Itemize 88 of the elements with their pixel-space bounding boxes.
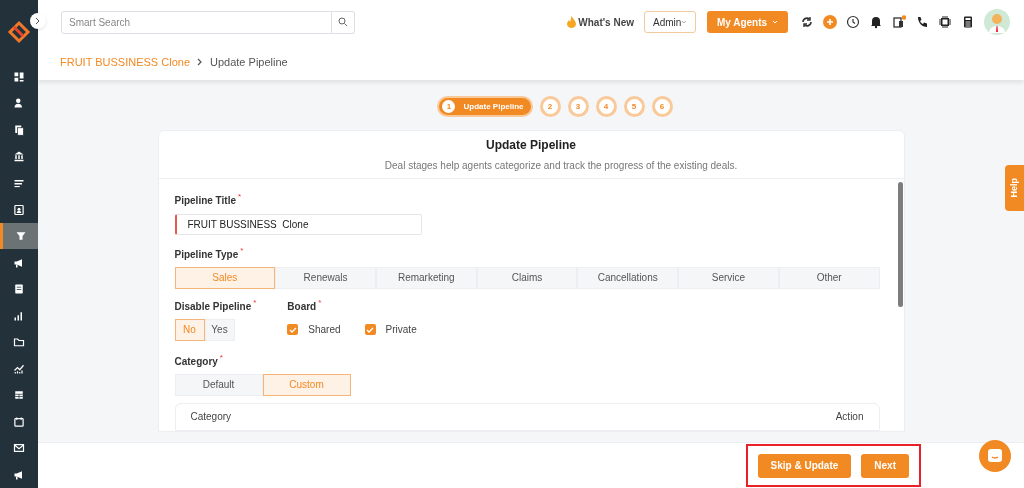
document-icon (13, 283, 25, 296)
user-icon (13, 97, 25, 110)
chip-button[interactable] (938, 15, 952, 29)
segment-option[interactable]: Renewals (275, 266, 376, 289)
contact-card-icon (13, 203, 25, 216)
calculator-icon (961, 15, 975, 29)
phone-icon (915, 15, 929, 29)
pipeline-title-input[interactable]: FRUIT BUSSINESS Clone (174, 214, 422, 235)
field-label: Pipeline Title (174, 194, 236, 208)
field-label: Board (287, 299, 317, 314)
bank-icon (13, 150, 25, 163)
copy-icon (13, 123, 25, 136)
search-button[interactable] (332, 10, 355, 34)
lines-icon (13, 177, 25, 189)
required-mark: * (240, 246, 244, 255)
search-icon (338, 17, 348, 27)
field-label: Pipeline Type (174, 247, 239, 262)
checkmark-icon (288, 326, 297, 333)
person-silhouette-icon (987, 11, 1007, 33)
sidebar-item[interactable] (0, 222, 38, 250)
segment-option[interactable]: Remarketing (375, 266, 477, 289)
my-agents-button[interactable]: My Agents (707, 11, 788, 33)
segment-option[interactable]: Claims (476, 266, 578, 289)
devices-button[interactable] (892, 15, 906, 29)
segment-option[interactable]: Cancellations (577, 266, 679, 289)
required-mark: * (219, 353, 223, 362)
segment-option[interactable]: Other (778, 266, 880, 289)
calculator-button[interactable] (961, 15, 975, 29)
sidebar-toggle-button[interactable] (30, 13, 46, 29)
clock-icon (846, 15, 860, 29)
segment-option[interactable]: Yes (204, 318, 235, 341)
flame-icon (567, 16, 577, 28)
chevron-right-icon (197, 58, 203, 66)
chevron-down-icon (681, 20, 687, 24)
calendar-icon (13, 415, 25, 428)
segment-option[interactable]: No (174, 318, 205, 341)
card-subtitle: Deal stages help agents categorize and track the progress of the existing deals. (384, 159, 738, 173)
required-mark: * (253, 298, 257, 307)
step-pill[interactable]: 1 Update Pipeline (437, 96, 533, 117)
checkbox[interactable] (364, 324, 376, 336)
footer-button[interactable]: Next (861, 453, 909, 478)
checkbox[interactable] (287, 324, 299, 336)
whats-new-link[interactable]: What's New (567, 14, 634, 30)
chip-icon (938, 15, 952, 29)
help-tab[interactable]: Help (1005, 165, 1024, 211)
step-label: Update Pipeline (463, 100, 524, 113)
megaphone-icon (13, 468, 25, 481)
required-mark: * (238, 193, 242, 201)
folder-icon (13, 336, 25, 349)
segment-option[interactable]: Service (678, 266, 779, 289)
bell-button[interactable] (869, 15, 883, 29)
logo-icon (6, 18, 32, 45)
megaphone-icon (13, 256, 25, 269)
checkbox-label: Shared (308, 323, 341, 338)
footer-button[interactable]: Skip & Update (757, 453, 852, 478)
refresh-button[interactable] (800, 15, 814, 29)
bell-icon (869, 15, 883, 29)
checkmark-icon (366, 326, 375, 333)
segment-option[interactable]: Default (174, 373, 263, 396)
breadcrumb-current: Update Pipeline (210, 54, 288, 70)
bar-chart-icon (13, 309, 25, 322)
mail-icon (13, 442, 25, 455)
line-chart-icon (13, 362, 25, 375)
segment-option[interactable]: Sales (174, 266, 276, 289)
field-label: Category (174, 354, 218, 369)
grid-icon (13, 70, 25, 83)
table-icon (13, 389, 25, 402)
required-mark: * (318, 298, 322, 307)
checkbox-label: Private (385, 323, 417, 338)
clock-button[interactable] (846, 15, 860, 29)
column-header: Action (835, 410, 864, 425)
chevron-right-icon (35, 17, 41, 25)
plus-icon (823, 15, 837, 29)
refresh-icon (800, 15, 814, 29)
funnel-icon (14, 230, 27, 243)
card-title: Update Pipeline (486, 137, 576, 154)
phone-button[interactable] (915, 15, 929, 29)
role-select[interactable]: Admin (644, 11, 696, 33)
breadcrumb-link[interactable]: FRUIT BUSSINESS Clone (60, 53, 190, 71)
field-label: Disable Pipeline (174, 299, 252, 314)
segment-option[interactable]: Custom (262, 373, 351, 396)
step-number: 1 (442, 100, 456, 113)
search-field[interactable]: Smart Search (61, 10, 332, 34)
chevron-down-icon (772, 20, 779, 24)
chat-icon (987, 448, 1003, 464)
column-header: Category (190, 410, 232, 425)
scrollbar-thumb[interactable] (897, 182, 903, 307)
devices-icon (892, 15, 906, 29)
